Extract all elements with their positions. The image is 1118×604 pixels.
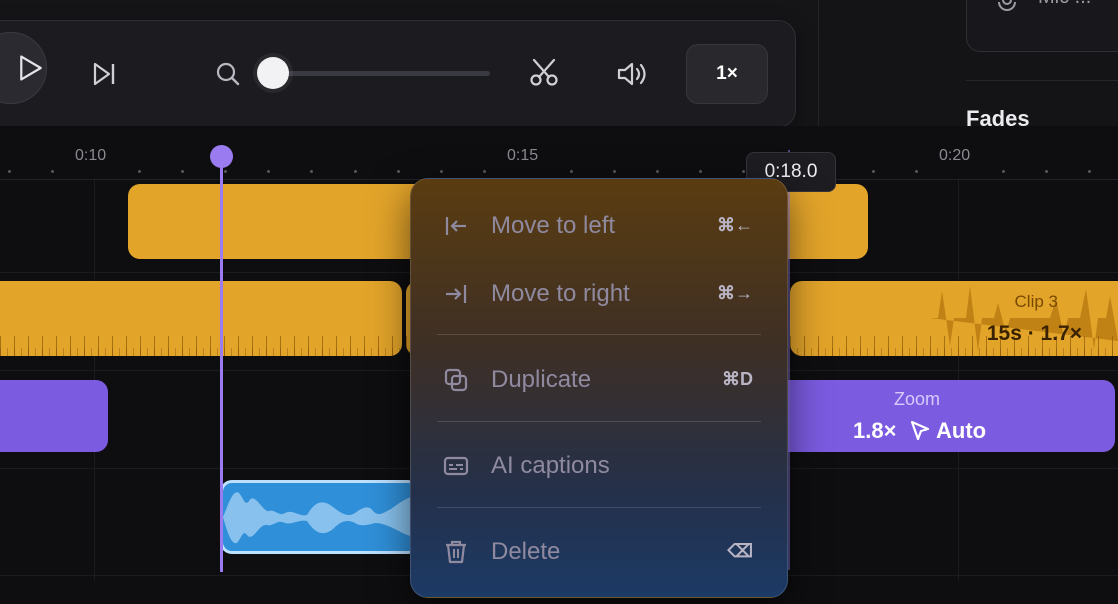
menu-item-duplicate[interactable]: Duplicate ⌘D <box>411 350 787 408</box>
ruler-tick-dot <box>267 170 270 173</box>
ruler-tick-dot <box>1088 170 1091 173</box>
ruler-tick-dot <box>8 170 11 173</box>
ruler-tick-dot <box>354 170 357 173</box>
trash-icon <box>446 540 466 564</box>
menu-item-label: Delete <box>491 538 561 565</box>
scissors-icon <box>530 58 558 86</box>
playhead-line[interactable] <box>220 157 223 572</box>
ruler-tick-label: 0:15 <box>507 147 539 164</box>
arrow-to-left-icon <box>445 217 466 235</box>
zoom-slider-track[interactable] <box>272 71 490 76</box>
captions-icon <box>443 456 469 476</box>
ruler-tick-dot <box>440 170 443 173</box>
skip-forward-button[interactable] <box>82 52 126 96</box>
zoom-block-label: Zoom <box>894 389 941 409</box>
mic-selector-label: Mic ... <box>1038 0 1091 9</box>
ruler-tick-dot <box>483 170 486 173</box>
audio-clip[interactable] <box>220 480 420 554</box>
zoom-block[interactable] <box>0 380 108 452</box>
cursor-icon <box>910 420 930 441</box>
menu-item-move-left[interactable]: Move to left ⌘← <box>411 196 787 254</box>
skip-forward-icon <box>93 62 115 86</box>
arrow-to-right-icon <box>446 285 467 303</box>
clip-title: Clip 3 <box>1014 292 1058 311</box>
menu-item-move-right[interactable]: Move to right ⌘→ <box>411 264 787 322</box>
hover-time-line <box>788 150 790 570</box>
menu-item-shortcut: ⌘D <box>722 369 753 389</box>
audio-waveform <box>223 492 417 544</box>
menu-item-ai-captions[interactable]: AI captions <box>411 436 787 494</box>
ruler-tick-dot <box>656 170 659 173</box>
menu-separator <box>437 421 761 422</box>
ruler-tick-dot <box>742 170 745 173</box>
menu-item-label: Move to left <box>491 212 616 239</box>
ruler-tick-dot <box>1002 170 1005 173</box>
play-icon <box>20 55 42 81</box>
ruler-tick-dot <box>138 170 141 173</box>
clip-context-menu: Move to left ⌘← Move to right ⌘→ Duplica… <box>410 178 788 598</box>
ruler-tick-dot <box>699 170 702 173</box>
menu-item-shortcut: ⌘→ <box>717 283 753 303</box>
microphone-icon <box>998 0 1016 11</box>
ruler-tick-dot <box>310 170 313 173</box>
duplicate-icon <box>444 368 468 392</box>
zoom-amount: 1.8× <box>853 418 897 443</box>
split-button[interactable] <box>524 52 564 92</box>
menu-separator <box>437 334 761 335</box>
video-clip[interactable] <box>0 281 402 356</box>
ruler-tick-dot <box>915 170 918 173</box>
menu-item-label: Move to right <box>491 280 630 307</box>
ruler-tick-dot <box>1045 170 1048 173</box>
menu-separator <box>437 507 761 508</box>
menu-item-label: AI captions <box>491 452 610 479</box>
ruler-tick-dot <box>613 170 616 173</box>
ruler-tick-dot <box>224 170 227 173</box>
menu-item-label: Duplicate <box>491 366 592 393</box>
zoom-mode: Auto <box>936 418 987 443</box>
ruler-tick-dot <box>397 170 400 173</box>
ruler-tick-label: 0:20 <box>939 147 971 164</box>
zoom-slider-thumb[interactable] <box>257 57 289 89</box>
playback-speed-button[interactable]: 1× <box>686 44 768 104</box>
volume-icon <box>617 62 646 86</box>
ruler-tick-dot <box>181 170 184 173</box>
panel-divider <box>966 80 1118 81</box>
menu-item-shortcut: ⌫ <box>727 541 753 561</box>
ruler-tick-dot <box>51 170 54 173</box>
menu-item-shortcut: ⌘← <box>717 215 753 235</box>
timeline-zoom-button[interactable] <box>210 56 246 92</box>
menu-item-delete[interactable]: Delete ⌫ <box>411 522 787 580</box>
search-icon <box>216 62 240 86</box>
ruler-tick-dot <box>872 170 875 173</box>
ruler-tick-label: 0:10 <box>75 147 107 164</box>
ruler-tick-dot <box>570 170 573 173</box>
volume-button[interactable] <box>610 52 654 96</box>
clip-duration-speed: 15s · 1.7× <box>986 322 1082 345</box>
playhead-handle[interactable] <box>210 145 233 168</box>
